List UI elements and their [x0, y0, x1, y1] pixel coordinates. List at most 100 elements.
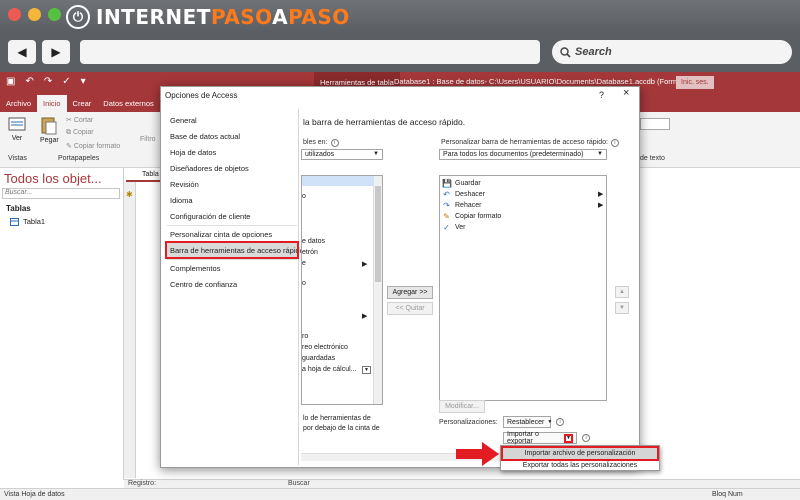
- category-disenadores[interactable]: Diseñadores de objetos: [167, 161, 297, 175]
- command-fragment[interactable]: o: [302, 193, 306, 200]
- view-icon[interactable]: ✓: [62, 76, 70, 87]
- move-up-button[interactable]: ▲: [615, 286, 629, 298]
- reset-dropdown[interactable]: Restablecer ▼: [503, 416, 552, 428]
- signin-button[interactable]: Inic. ses.: [676, 76, 714, 89]
- submenu-arrow-icon: ▶: [362, 313, 368, 320]
- nav-search-input[interactable]: Buscar...: [2, 188, 120, 199]
- command-fragment[interactable]: a hoja de cálcul...: [302, 366, 356, 373]
- nav-pane-heading[interactable]: Todos los objet...: [4, 171, 102, 186]
- command-fragment[interactable]: e datos: [302, 238, 325, 245]
- info-icon: i: [582, 434, 590, 442]
- red-arrow-icon: [456, 442, 499, 466]
- toolbar-below-option[interactable]: lo de herramientas de: [303, 415, 371, 422]
- site-logo: ⏻ INTERNETPASOAPASO: [66, 4, 350, 30]
- help-button[interactable]: ?: [599, 90, 604, 100]
- save-icon[interactable]: ▣: [6, 76, 15, 87]
- commands-source-dropdown[interactable]: utilizados ▼: [301, 149, 383, 160]
- group-formato-texto: de texto: [640, 155, 665, 162]
- back-icon: ◀: [17, 45, 27, 59]
- undo-icon[interactable]: ↶: [25, 76, 33, 87]
- tab-archivo[interactable]: Archivo: [0, 95, 37, 112]
- nav-section-tablas[interactable]: Tablas: [6, 204, 31, 213]
- browser-toolbar: ◀ ▶ Search: [0, 34, 800, 72]
- submenu-arrow-icon: ▶: [598, 202, 604, 209]
- minimize-window-icon[interactable]: [28, 8, 41, 21]
- commands-scrollbar[interactable]: [373, 176, 382, 404]
- record-label: Registro:: [128, 480, 157, 487]
- category-configuracion-cliente[interactable]: Configuración de cliente: [167, 209, 297, 223]
- browser-titlebar: ⏻ INTERNETPASOAPASO: [0, 0, 800, 34]
- command-fragment[interactable]: e: [302, 260, 306, 267]
- cut-button[interactable]: ✂ Cortar: [66, 116, 93, 124]
- category-general[interactable]: General: [167, 113, 297, 127]
- forward-button[interactable]: ▶: [42, 40, 70, 64]
- qat-item-copiar-formato[interactable]: ✎ Copiar formato: [442, 212, 501, 221]
- status-numlock: Bloq Num: [712, 491, 743, 498]
- back-button[interactable]: ◀: [8, 40, 36, 64]
- format-painter-button[interactable]: ✎ Copiar formato: [66, 142, 120, 150]
- category-complementos[interactable]: Complementos: [167, 261, 297, 275]
- status-bar: Vista Hoja de datos Bloq Num: [0, 488, 800, 500]
- document-tab-tabla1[interactable]: Tabla: [126, 168, 165, 182]
- nav-item-tabla1[interactable]: Tabla1: [10, 217, 45, 226]
- save-icon: 💾: [442, 179, 452, 188]
- customize-qat-label: Personalizar barra de herramientas de ac…: [441, 139, 619, 147]
- chevron-down-icon: ▼: [597, 151, 603, 157]
- available-commands-list[interactable]: o e datos etrón e o ro reo electrónico g…: [301, 175, 383, 405]
- access-options-dialog: Opciones de Access ? × General Base de d…: [160, 86, 640, 468]
- category-revision[interactable]: Revisión: [167, 177, 297, 191]
- category-hoja-datos[interactable]: Hoja de datos: [167, 145, 297, 159]
- paste-button[interactable]: Pegar: [40, 115, 59, 144]
- tab-inicio[interactable]: Inicio: [37, 95, 67, 112]
- export-personalizations-item[interactable]: Exportar todas las personalizaciones: [503, 460, 657, 471]
- submenu-arrow-icon: ▶: [362, 261, 368, 268]
- record-search[interactable]: Buscar: [288, 480, 310, 487]
- view-icon: ✓: [443, 223, 450, 232]
- search-label: Search: [575, 46, 612, 58]
- command-fragment[interactable]: reo electrónico: [302, 344, 348, 351]
- tab-datos-externos[interactable]: Datos externos: [97, 95, 159, 112]
- filter-button[interactable]: Filtro: [140, 136, 156, 143]
- modify-button[interactable]: Modificar...: [439, 400, 485, 413]
- command-fragment[interactable]: etrón: [302, 249, 318, 256]
- add-button[interactable]: Agregar >>: [387, 286, 433, 299]
- qat-item-ver[interactable]: ✓ Ver: [442, 223, 465, 232]
- address-bar[interactable]: [80, 40, 540, 64]
- category-base-datos-actual[interactable]: Base de datos actual: [167, 129, 297, 143]
- remove-button[interactable]: << Quitar: [387, 302, 433, 315]
- category-idioma[interactable]: Idioma: [167, 193, 297, 207]
- status-view: Vista Hoja de datos: [4, 491, 65, 498]
- redo-icon[interactable]: ↷: [44, 76, 52, 87]
- qat-panel: la barra de herramientas de acceso rápid…: [301, 109, 637, 465]
- close-window-icon[interactable]: [8, 8, 21, 21]
- maximize-window-icon[interactable]: [48, 8, 61, 21]
- browser-search[interactable]: Search: [552, 40, 792, 64]
- qat-item-deshacer[interactable]: ↶ Deshacer: [442, 190, 485, 199]
- tab-crear[interactable]: Crear: [67, 95, 98, 112]
- qat-scope-dropdown[interactable]: Para todos los documentos (predeterminad…: [439, 149, 607, 160]
- category-personalizar-cinta[interactable]: Personalizar cinta de opciones: [167, 227, 297, 241]
- import-export-dropdown[interactable]: Importar o exportar ▼: [503, 431, 577, 445]
- category-barra-acceso-rapido[interactable]: Barra de herramientas de acceso rápido: [165, 241, 304, 259]
- qat-commands-list[interactable]: 💾 Guardar ↶ Deshacer ↷ Rehacer ✎ Copiar form…: [439, 175, 607, 401]
- toolbar-below-option-2[interactable]: por debajo de la cinta de: [303, 425, 380, 432]
- import-personalization-item[interactable]: Importar archivo de personalización: [501, 446, 659, 461]
- close-button[interactable]: ×: [623, 87, 629, 99]
- command-fragment[interactable]: ro: [302, 333, 308, 340]
- selected-command-row[interactable]: [302, 176, 374, 186]
- new-record-icon: ✱: [126, 190, 133, 199]
- record-selector-column: [124, 182, 136, 478]
- category-centro-confianza[interactable]: Centro de confianza: [167, 277, 297, 291]
- view-button[interactable]: Ver: [8, 115, 26, 142]
- info-icon: i: [556, 418, 564, 426]
- font-size-dropdown[interactable]: [640, 118, 670, 130]
- command-fragment[interactable]: o: [302, 280, 306, 287]
- copy-button[interactable]: ⧉ Copiar: [66, 129, 94, 137]
- qat-item-rehacer[interactable]: ↷ Rehacer: [442, 201, 481, 210]
- paste-icon: [41, 117, 57, 135]
- qat-item-guardar[interactable]: 💾 Guardar: [442, 179, 481, 188]
- command-fragment[interactable]: guardadas: [302, 355, 335, 362]
- move-down-button[interactable]: ▼: [615, 302, 629, 314]
- customize-qat-icon[interactable]: ▾: [81, 76, 86, 87]
- category-divider: [167, 259, 297, 260]
